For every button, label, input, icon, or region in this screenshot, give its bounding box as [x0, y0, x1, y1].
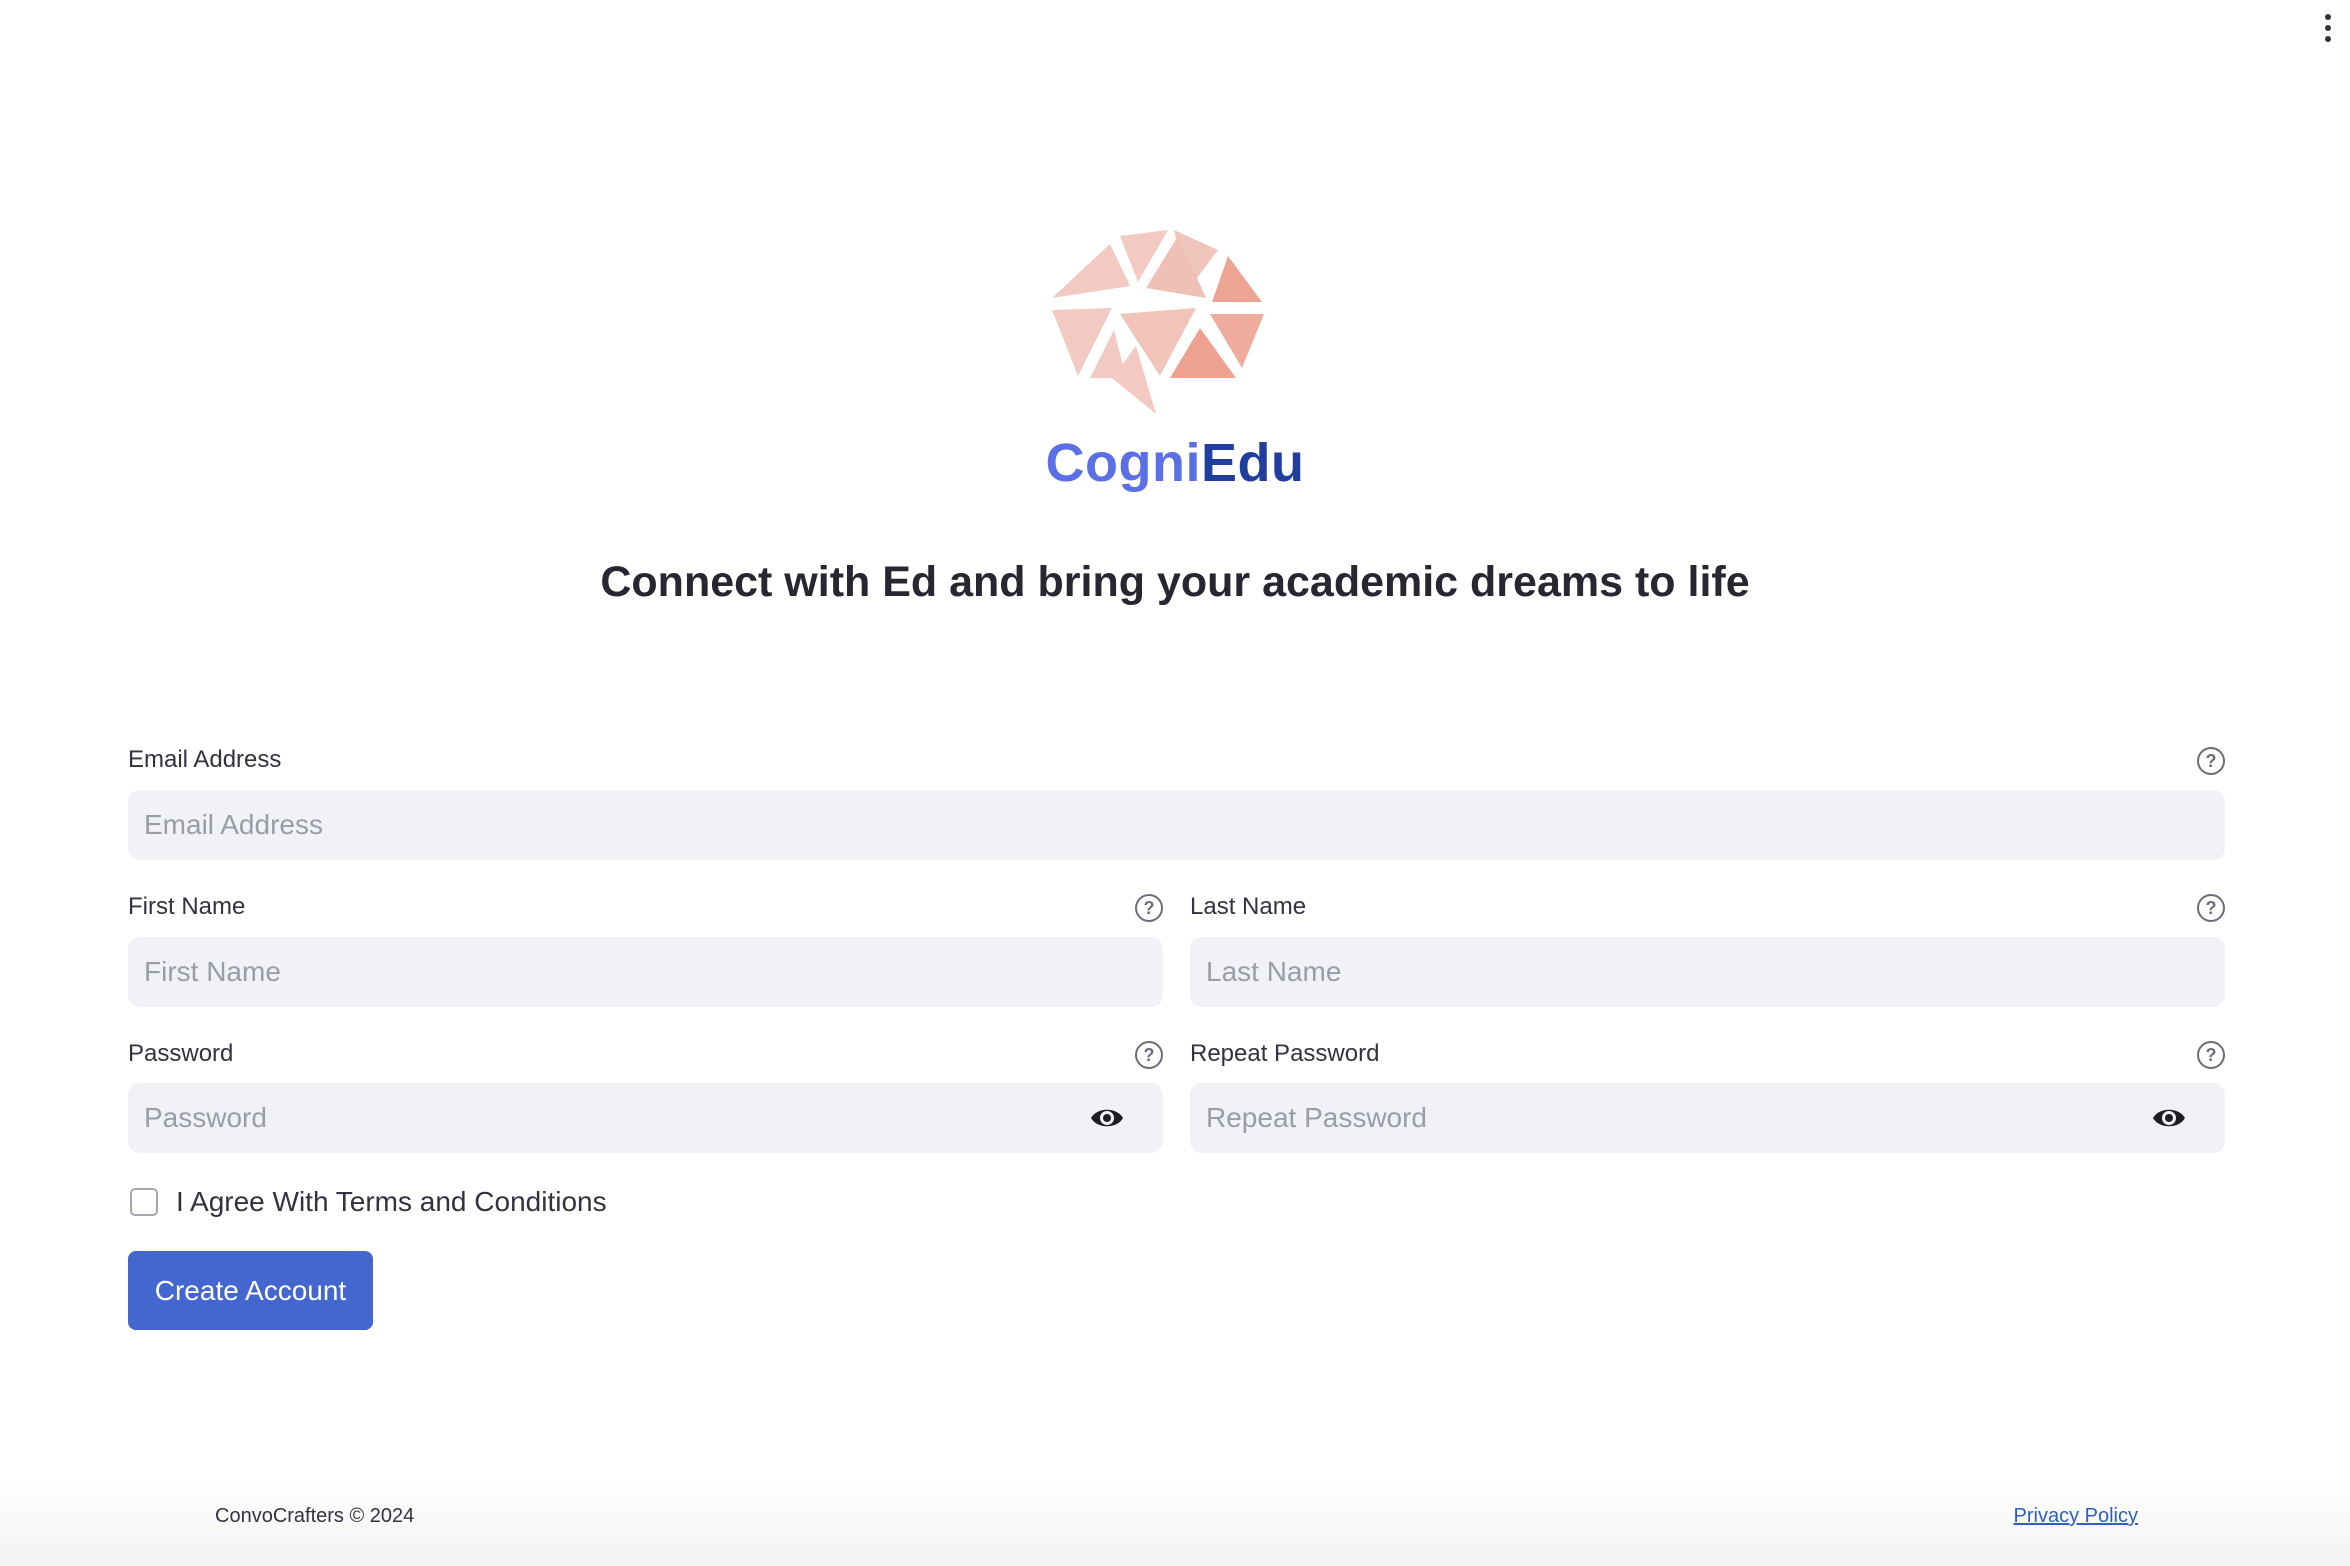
menu-dot: [2325, 36, 2331, 42]
page-tagline: Connect with Ed and bring your academic …: [600, 558, 1750, 606]
password-input[interactable]: [144, 1102, 1163, 1134]
last-name-label: Last Name: [1190, 893, 1307, 920]
repeat-password-label: Repeat Password: [1190, 1040, 1380, 1067]
password-label: Password: [128, 1040, 234, 1067]
password-eye-icon[interactable]: [1089, 1103, 1125, 1133]
menu-dot: [2325, 14, 2331, 20]
email-label: Email Address: [128, 746, 282, 773]
terms-checkbox[interactable]: [130, 1188, 158, 1216]
repeat-password-input[interactable]: [1206, 1102, 2225, 1134]
footer-copyright: ConvoCrafters © 2024: [215, 1505, 415, 1527]
first-name-input-container: [128, 937, 1163, 1007]
brand-wordmark: CogniEdu: [0, 432, 2350, 494]
terms-label[interactable]: I Agree With Terms and Conditions: [176, 1186, 607, 1218]
signup-page: CogniEdu Connect with Ed and bring your …: [0, 0, 2350, 1566]
privacy-policy-link[interactable]: Privacy Policy: [2014, 1505, 2138, 1528]
repeat-password-input-container: [1190, 1083, 2225, 1153]
repeat-password-eye-icon[interactable]: [2151, 1103, 2187, 1133]
more-menu-icon[interactable]: [2316, 14, 2340, 42]
repeat-password-help-icon[interactable]: ?: [2197, 1041, 2225, 1069]
password-help-icon[interactable]: ?: [1135, 1041, 1163, 1069]
brain-logo-icon: [1052, 230, 1264, 414]
first-name-input[interactable]: [144, 956, 1163, 988]
email-input-container: [128, 790, 2225, 860]
menu-dot: [2325, 25, 2331, 31]
last-name-input[interactable]: [1206, 956, 2225, 988]
email-input[interactable]: [144, 809, 2225, 841]
last-name-input-container: [1190, 937, 2225, 1007]
first-name-help-icon[interactable]: ?: [1135, 894, 1163, 922]
terms-row: I Agree With Terms and Conditions: [130, 1186, 607, 1218]
create-account-button[interactable]: Create Account: [128, 1251, 373, 1330]
email-help-icon[interactable]: ?: [2197, 747, 2225, 775]
last-name-help-icon[interactable]: ?: [2197, 894, 2225, 922]
password-input-container: [128, 1083, 1163, 1153]
first-name-label: First Name: [128, 893, 246, 920]
brand-part-1: Cogni: [1045, 433, 1201, 493]
brand-part-2: Edu: [1200, 433, 1305, 493]
